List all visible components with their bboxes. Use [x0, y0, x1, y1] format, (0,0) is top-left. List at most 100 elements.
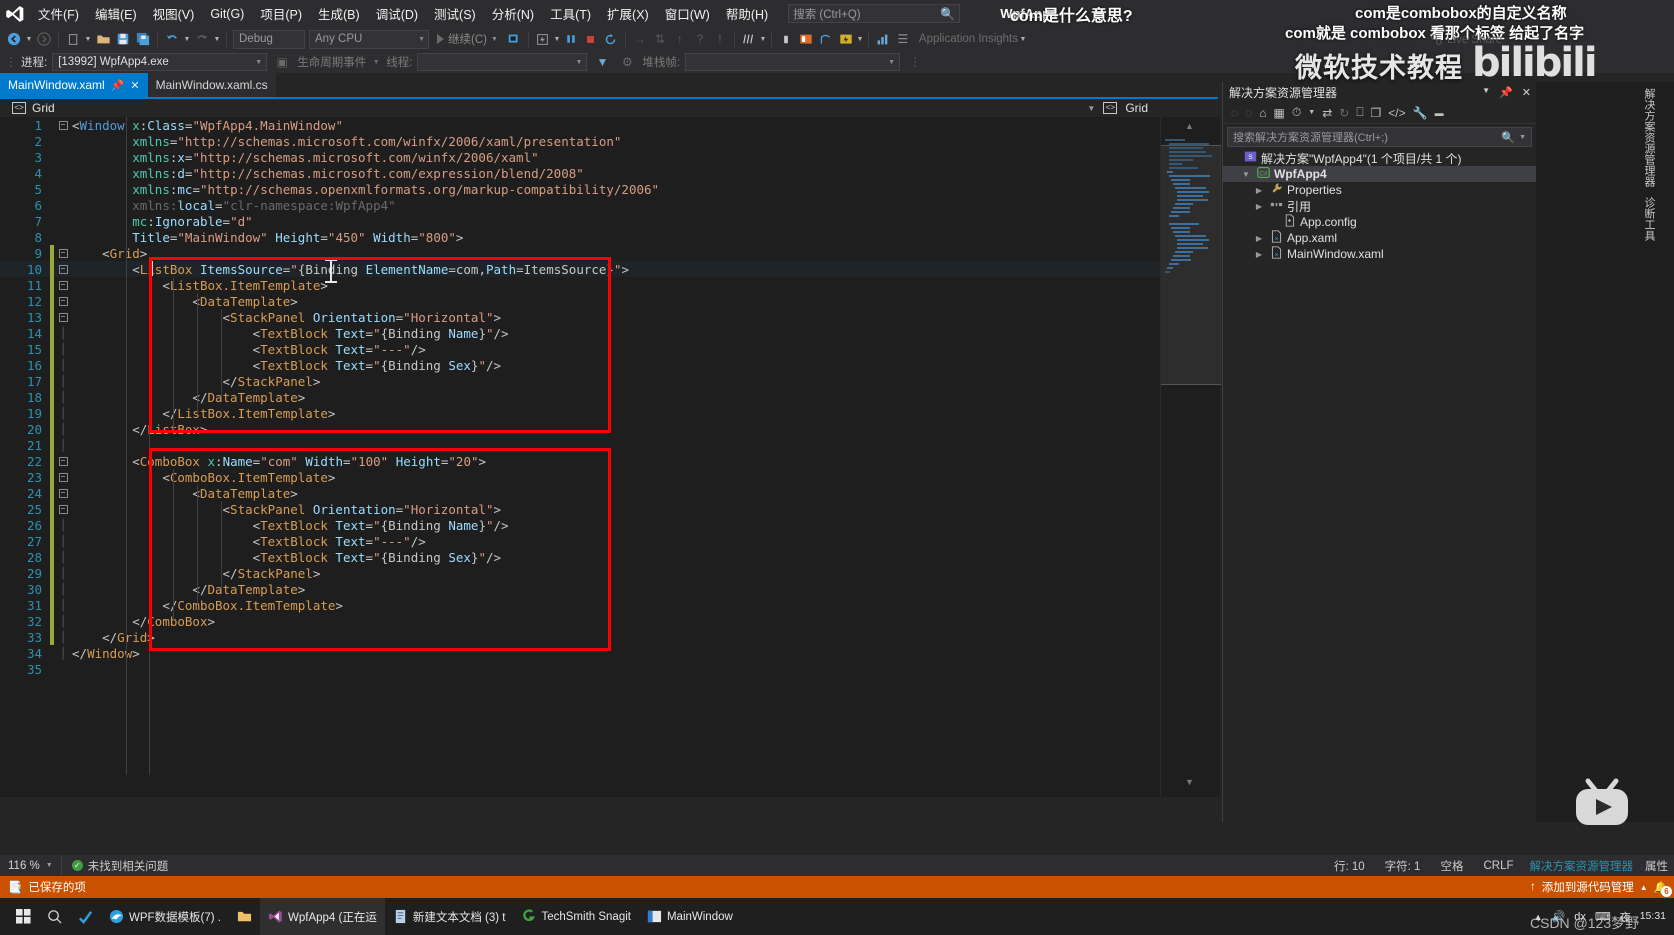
solution-tree-item[interactable]: ▶ Properties — [1223, 182, 1536, 198]
chevron-right-icon[interactable]: ▶ — [1253, 234, 1265, 243]
status-tab-solution-explorer[interactable]: 解决方案资源管理器 — [1524, 858, 1640, 874]
code-view-icon[interactable]: </> — [1388, 106, 1405, 120]
live-share-button[interactable]: Live Share — [1430, 33, 1502, 46]
process-dropdown[interactable]: [13992] WpfApp4.exe ▼ — [52, 53, 268, 71]
solution-tree-item[interactable]: ▶ 引用 — [1223, 198, 1536, 214]
pending-dropdown-icon[interactable]: ▼ — [1308, 109, 1315, 116]
step-out-icon[interactable]: ↑ — [670, 28, 690, 50]
solution-tree-item[interactable]: ▶ X MainWindow.xaml — [1223, 246, 1536, 262]
fold-collapse-icon[interactable]: − — [54, 120, 72, 130]
side-tab-solution-explorer[interactable]: 解决方案资源管理器 — [1641, 88, 1657, 187]
scroll-up-arrow-icon[interactable]: ▲ — [1185, 121, 1194, 131]
code-line[interactable]: 29 │ </StackPanel> — [0, 565, 1160, 581]
solution-tree-item[interactable]: S 解决方案"WpfApp4"(1 个项目/共 1 个) — [1223, 150, 1536, 166]
zoom-level-dropdown[interactable]: 116 % ▼ — [0, 855, 62, 876]
help-step-icon[interactable]: ? — [690, 28, 710, 50]
fold-collapse-icon[interactable]: − — [54, 488, 72, 498]
stack-options-icon[interactable]: ⋮ — [905, 51, 925, 73]
code-line[interactable]: 6 xmlns:local="clr-namespace:WpfApp4" — [0, 197, 1160, 213]
pending-changes-icon[interactable]: ⏱ — [1292, 105, 1301, 120]
code-line[interactable]: 25 − <StackPanel Orientation="Horizontal"… — [0, 501, 1160, 517]
code-line[interactable]: 7 mc:Ignorable="d" — [0, 213, 1160, 229]
pause-icon[interactable] — [561, 28, 581, 50]
show-all-files-icon[interactable]: ❐ — [1371, 106, 1382, 120]
code-line[interactable]: 30 │ </DataTemplate> — [0, 581, 1160, 597]
code-editor[interactable]: 1− <Window x:Class="WpfApp4.MainWindow" 2 … — [0, 117, 1160, 797]
back-icon[interactable]: ◌ — [1231, 106, 1238, 120]
code-line[interactable]: 12 − <DataTemplate> — [0, 293, 1160, 309]
diff-dropdown-icon[interactable]: ▼ — [759, 28, 767, 50]
save-icon[interactable] — [113, 28, 133, 50]
stop-icon[interactable] — [581, 28, 601, 50]
fold-collapse-icon[interactable]: − — [54, 472, 72, 482]
close-icon[interactable]: ✕ — [1522, 86, 1531, 99]
chevron-right-icon[interactable]: ▶ — [1253, 250, 1265, 259]
chevron-down-icon[interactable]: ▼ — [1519, 134, 1526, 141]
code-line[interactable]: 10 − <ListBox ItemsSource="{Binding Eleme… — [0, 261, 1160, 277]
fold-collapse-icon[interactable]: − — [54, 456, 72, 466]
code-line[interactable]: 3 xmlns:x="http://schemas.microsoft.com/… — [0, 149, 1160, 165]
fold-collapse-icon[interactable]: − — [54, 248, 72, 258]
solution-explorer-search-input[interactable]: 搜索解决方案资源管理器(Ctrl+;) 🔍 ▼ — [1227, 127, 1532, 147]
lifecycle-events-label[interactable]: 生命周期事件 — [297, 54, 366, 70]
toolbar-overflow-icon[interactable]: ▬ — [1435, 108, 1444, 118]
taskbar-item-wpfapp4[interactable]: WpfApp4 (正在运 — [260, 898, 385, 935]
taskbar-item-snagit[interactable]: TechSmith Snagit — [513, 898, 639, 935]
taskbar-item-explorer[interactable] — [229, 898, 260, 935]
code-line[interactable]: 16 │ <TextBlock Text="{Binding Sex}"/> — [0, 357, 1160, 373]
code-line[interactable]: 24 − <DataTemplate> — [0, 485, 1160, 501]
code-line[interactable]: 8 Title="MainWindow" Height="450" Width=… — [0, 229, 1160, 245]
sync-icon[interactable]: ⇄ — [1322, 106, 1332, 120]
step-over-icon[interactable]: ⇅ — [650, 28, 670, 50]
code-line[interactable]: 4 xmlns:d="http://schemas.microsoft.com/… — [0, 165, 1160, 181]
code-line[interactable]: 20 │ </ListBox> — [0, 421, 1160, 437]
chart-icon[interactable] — [873, 28, 893, 50]
code-line[interactable]: 21 │ — [0, 437, 1160, 453]
fold-collapse-icon[interactable]: − — [54, 296, 72, 306]
chevron-right-icon[interactable]: ▶ — [1253, 186, 1265, 195]
code-line[interactable]: 23 − <ComboBox.ItemTemplate> — [0, 469, 1160, 485]
redo-dropdown-icon[interactable]: ▼ — [212, 28, 222, 50]
forward-arrow-icon[interactable] — [34, 28, 54, 50]
code-line[interactable]: 31 │ </ComboBox.ItemTemplate> — [0, 597, 1160, 613]
code-line[interactable]: 9 − <Grid> — [0, 245, 1160, 261]
new-file-icon[interactable] — [63, 28, 83, 50]
menu-item-2[interactable]: 视图(V) — [145, 0, 203, 27]
global-search-input[interactable]: 搜索 (Ctrl+Q) 🔍 — [788, 4, 961, 23]
fold-collapse-icon[interactable]: − — [54, 504, 72, 514]
menu-item-1[interactable]: 编辑(E) — [87, 0, 145, 27]
code-line[interactable]: 22 − <ComboBox x:Name="com" Width="100" H… — [0, 453, 1160, 469]
editor-minimap[interactable]: ▲ ▼ — [1160, 117, 1221, 797]
thread-dropdown[interactable]: ▼ — [417, 53, 588, 71]
code-line[interactable]: 33 │ </Grid> — [0, 629, 1160, 645]
taskbar-item-mainwindow[interactable]: MainWindow — [639, 898, 741, 935]
menu-item-3[interactable]: Git(G) — [202, 0, 252, 27]
properties-icon[interactable]: 🔧 — [1413, 106, 1428, 120]
solution-tree-item[interactable]: App.config — [1223, 214, 1536, 230]
hot-reload-dropdown-icon[interactable]: ▼ — [553, 28, 561, 50]
settings-small-icon[interactable]: ⚙ — [617, 51, 637, 73]
switch-views-icon[interactable]: ▦ — [1274, 106, 1285, 120]
back-arrow-icon[interactable] — [4, 28, 24, 50]
menu-item-0[interactable]: 文件(F) — [30, 0, 87, 27]
solution-tree-item[interactable]: ▶ X App.xaml — [1223, 230, 1536, 246]
live-property-icon[interactable] — [816, 28, 836, 50]
save-all-icon[interactable] — [133, 28, 153, 50]
code-line[interactable]: 19 │ </ListBox.ItemTemplate> — [0, 405, 1160, 421]
pin-icon[interactable]: 📌 — [1499, 86, 1513, 99]
code-line[interactable]: 32 │ </ComboBox> — [0, 613, 1160, 629]
code-line[interactable]: 1 − <Window x:Class="WpfApp4.MainWindow" — [0, 117, 1160, 133]
close-icon[interactable]: ✕ — [130, 79, 139, 92]
code-line[interactable]: 11 − <ListBox.ItemTemplate> — [0, 277, 1160, 293]
menu-item-8[interactable]: 分析(N) — [484, 0, 542, 27]
device-icon[interactable] — [776, 28, 796, 50]
scroll-down-arrow-icon[interactable]: ▼ — [1185, 777, 1194, 787]
issues-indicator[interactable]: ✓ 未找到相关问题 — [62, 858, 179, 874]
menu-item-5[interactable]: 生成(B) — [310, 0, 368, 27]
restart-icon[interactable] — [601, 28, 621, 50]
lifecycle-events-icon[interactable]: ▣ — [272, 51, 292, 73]
code-line[interactable]: 35 — [0, 661, 1160, 677]
solution-platform-dropdown[interactable]: Any CPU ▼ — [309, 29, 429, 49]
step-into-icon[interactable]: → — [630, 28, 650, 50]
breadcrumb-right-text[interactable]: Grid — [1125, 101, 1148, 115]
